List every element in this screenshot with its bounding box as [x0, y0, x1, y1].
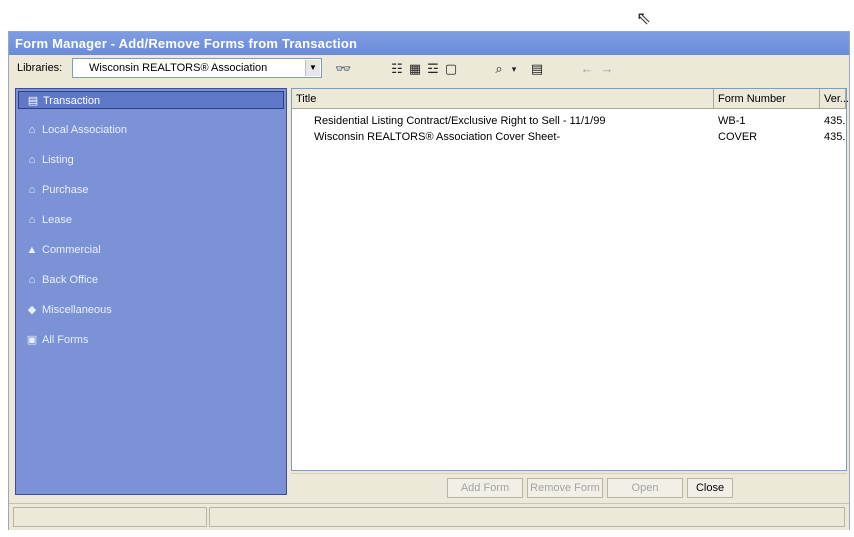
binoculars-icon[interactable]: 👓 — [335, 61, 351, 77]
window-title: Form Manager - Add/Remove Forms from Tra… — [9, 32, 849, 55]
column-header-form-number[interactable]: Form Number — [714, 89, 820, 109]
sidebar-item-purchase[interactable]: ⌂ Purchase — [18, 181, 284, 199]
sidebar-item-transaction[interactable]: ▤ Transaction — [18, 91, 284, 109]
sidebar-item-listing[interactable]: ⌂ Listing — [18, 151, 284, 169]
local-association-icon: ⌂ — [28, 124, 36, 136]
list-view-icon[interactable]: ☷ — [389, 61, 405, 77]
thumbnail-view-icon[interactable]: ☲ — [425, 61, 441, 77]
transaction-icon: ▤ — [27, 95, 39, 107]
add-form-button[interactable]: Add Form — [447, 478, 523, 498]
back-office-icon: ⌂ — [28, 274, 36, 286]
column-header-version[interactable]: Ver... — [820, 89, 849, 109]
remove-form-button[interactable]: Remove Form — [527, 478, 603, 498]
status-pane-left — [13, 507, 207, 527]
action-buttons-bar: Add Form Remove Form Open Close — [291, 473, 847, 502]
sidebar-item-back-office[interactable]: ⌂ Back Office — [18, 271, 284, 289]
column-header-title[interactable]: Title — [292, 89, 714, 109]
sidebar-item-label: Listing — [42, 154, 74, 166]
sidebar-item-label: Lease — [42, 214, 72, 226]
zoom-dropdown-chevron-down-icon[interactable]: ▾ — [509, 61, 519, 77]
form-manager-window: Form Manager - Add/Remove Forms from Tra… — [8, 31, 850, 530]
sidebar-item-label: Transaction — [43, 95, 101, 107]
zoom-icon[interactable]: ⌕ — [491, 61, 507, 77]
all-forms-icon: ▣ — [26, 334, 38, 346]
sidebar-item-commercial[interactable]: ▲ Commercial — [18, 241, 284, 259]
category-sidebar: ▤ Transaction ⌂ Local Association ⌂ List… — [15, 88, 287, 495]
sidebar-item-label: Miscellaneous — [42, 304, 112, 316]
libraries-selected-value: Wisconsin REALTORS® Association — [89, 62, 268, 74]
libraries-label: Libraries: — [17, 62, 63, 74]
sidebar-item-label: Local Association — [42, 124, 127, 136]
details-view-icon[interactable]: ▦ — [407, 61, 423, 77]
sidebar-item-local-association[interactable]: ⌂ Local Association — [18, 121, 284, 139]
sidebar-item-miscellaneous[interactable]: ◆ Miscellaneous — [18, 301, 284, 319]
sidebar-item-label: Purchase — [42, 184, 89, 196]
listing-icon: ⌂ — [28, 154, 36, 166]
sidebar-item-all-forms[interactable]: ▣ All Forms — [18, 331, 284, 349]
row-version: 435... — [824, 115, 846, 127]
close-button[interactable]: Close — [687, 478, 733, 498]
toolbar: Libraries: Wisconsin REALTORS® Associati… — [9, 55, 849, 83]
sidebar-item-lease[interactable]: ⌂ Lease — [18, 211, 284, 229]
purchase-icon: ⌂ — [28, 184, 36, 196]
row-form-number: COVER — [718, 131, 758, 143]
table-row[interactable]: Wisconsin REALTORS® Association Cover Sh… — [292, 129, 846, 145]
row-title: Residential Listing Contract/Exclusive R… — [314, 115, 606, 127]
chevron-down-icon[interactable]: ▼ — [305, 60, 320, 76]
mouse-cursor-icon: ⇖ — [636, 8, 652, 28]
miscellaneous-icon: ◆ — [27, 304, 37, 316]
table-row[interactable]: Residential Listing Contract/Exclusive R… — [292, 113, 846, 129]
status-pane-right — [209, 507, 845, 527]
row-form-number: WB-1 — [718, 115, 746, 127]
commercial-icon: ▲ — [26, 244, 38, 256]
status-bar — [9, 503, 849, 530]
back-arrow-icon[interactable]: ← — [579, 61, 595, 77]
sidebar-item-label: All Forms — [42, 334, 89, 346]
preview-icon[interactable]: ▢ — [443, 61, 459, 77]
sidebar-item-label: Back Office — [42, 274, 99, 286]
lease-icon: ⌂ — [28, 214, 36, 226]
open-button[interactable]: Open — [607, 478, 683, 498]
row-version: 435... — [824, 131, 846, 143]
forward-arrow-icon[interactable]: → — [599, 61, 615, 77]
row-title: Wisconsin REALTORS® Association Cover Sh… — [314, 131, 561, 143]
sidebar-item-label: Commercial — [42, 244, 101, 256]
print-icon[interactable]: ▤ — [529, 61, 545, 77]
libraries-dropdown[interactable]: Wisconsin REALTORS® Association ▼ — [72, 58, 322, 78]
forms-list: Title Form Number Ver... Residential Lis… — [291, 88, 849, 471]
